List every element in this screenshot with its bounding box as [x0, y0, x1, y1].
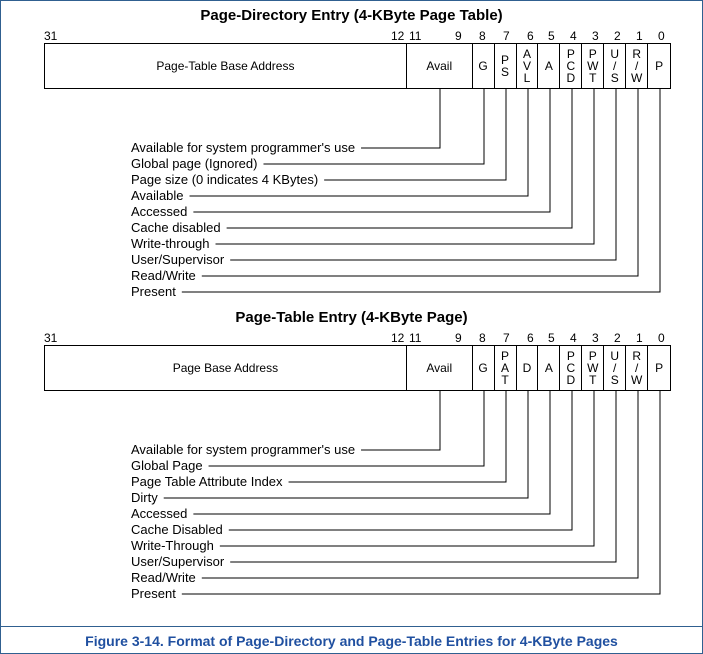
pde-a: A — [538, 44, 560, 88]
pte-desc-9: Present — [131, 587, 176, 600]
pte-bitnum-12: 12 — [391, 331, 404, 345]
pte-bitnum-3: 3 — [592, 331, 599, 345]
pde-pcd: PCD — [560, 44, 582, 88]
pde-bitfield: Page-Table Base Address Avail G PS AVL A… — [44, 43, 671, 89]
pde-bitnum-1: 1 — [636, 29, 643, 43]
pde-desc-2: Page size (0 indicates 4 KBytes) — [131, 173, 318, 186]
pte-bitnum-5: 5 — [548, 331, 555, 345]
pde-desc-1: Global page (Ignored) — [131, 157, 257, 170]
pte-bitnum-6: 6 — [527, 331, 534, 345]
pte-bitnum-7: 7 — [503, 331, 510, 345]
pde-desc-9: Present — [131, 285, 176, 298]
pde-bitnum-6: 6 — [527, 29, 534, 43]
pte-d: D — [517, 346, 539, 390]
pde-g: G — [473, 44, 495, 88]
pte-bitnum-0: 0 — [658, 331, 665, 345]
pde-desc-5: Cache disabled — [131, 221, 221, 234]
pte-g: G — [473, 346, 495, 390]
pte-desc-1: Global Page — [131, 459, 203, 472]
pde-bitnum-2: 2 — [614, 29, 621, 43]
figure-caption: Figure 3-14. Format of Page-Directory an… — [1, 626, 702, 653]
pde-desc-0: Available for system programmer's use — [131, 141, 355, 154]
pte-bitnum-31: 31 — [44, 331, 57, 345]
pte-bitfield: Page Base Address Avail G PAT D A PCD PW… — [44, 345, 671, 391]
pde-bitnum-4: 4 — [570, 29, 577, 43]
pde-bitnum-3: 3 — [592, 29, 599, 43]
pte-pcd: PCD — [560, 346, 582, 390]
pte-title: Page-Table Entry (4-KByte Page) — [1, 309, 702, 326]
pte-desc-6: Write-Through — [131, 539, 214, 552]
pte-bitnum-1: 1 — [636, 331, 643, 345]
pte-a: A — [538, 346, 560, 390]
pde-avail: Avail — [407, 44, 473, 88]
pte-us: U/S — [604, 346, 626, 390]
pte-p: P — [648, 346, 670, 390]
pde-us: U/S — [604, 44, 626, 88]
pde-bitnum-11: 11 — [409, 29, 421, 43]
pte-bitnum-8: 8 — [479, 331, 486, 345]
pde-ps: PS — [495, 44, 517, 88]
pde-desc-3: Available — [131, 189, 184, 202]
pte-pat: PAT — [495, 346, 517, 390]
pte-bitnum-2: 2 — [614, 331, 621, 345]
pde-bitnum-31: 31 — [44, 29, 57, 43]
pte-pwt: PWT — [582, 346, 604, 390]
pte-desc-8: Read/Write — [131, 571, 196, 584]
pte-desc-0: Available for system programmer's use — [131, 443, 355, 456]
pde-title: Page-Directory Entry (4-KByte Page Table… — [1, 7, 702, 24]
pde-bitnum-7: 7 — [503, 29, 510, 43]
pde-bitnum-8: 8 — [479, 29, 486, 43]
pte-avail: Avail — [407, 346, 473, 390]
pde-p: P — [648, 44, 670, 88]
pte-bitnum-11: 11 — [409, 331, 421, 345]
pde-bitnum-12: 12 — [391, 29, 404, 43]
pde-base: Page-Table Base Address — [45, 44, 407, 88]
pte-base: Page Base Address — [45, 346, 407, 390]
pde-desc-4: Accessed — [131, 205, 187, 218]
pte-desc-3: Dirty — [131, 491, 158, 504]
pte-desc-7: User/Supervisor — [131, 555, 224, 568]
pde-desc-7: User/Supervisor — [131, 253, 224, 266]
pde-rw: R/W — [626, 44, 648, 88]
pte-desc-4: Accessed — [131, 507, 187, 520]
pde-bitnum-9: 9 — [455, 29, 462, 43]
pde-bitnum-5: 5 — [548, 29, 555, 43]
pte-bitnum-4: 4 — [570, 331, 577, 345]
pte-desc-2: Page Table Attribute Index — [131, 475, 283, 488]
pte-desc-5: Cache Disabled — [131, 523, 223, 536]
pde-desc-6: Write-through — [131, 237, 210, 250]
pte-rw: R/W — [626, 346, 648, 390]
pte-bitnum-9: 9 — [455, 331, 462, 345]
pde-bitnum-0: 0 — [658, 29, 665, 43]
pde-desc-8: Read/Write — [131, 269, 196, 282]
pde-avl: AVL — [517, 44, 539, 88]
pde-pwt: PWT — [582, 44, 604, 88]
